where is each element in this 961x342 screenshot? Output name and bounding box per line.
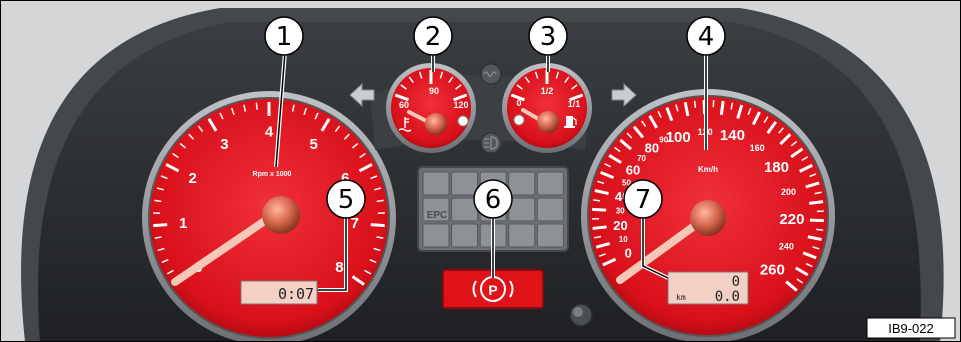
cluster-svg: 012345678 Rpm x 1000 0:07 01020304050607… (0, 0, 961, 342)
door-open-lamp (536, 171, 564, 196)
svg-text:2: 2 (425, 22, 442, 52)
airbag-lamp (422, 171, 450, 196)
speed-lcd-total: 0 (732, 274, 740, 290)
callout-5: 5 (326, 179, 366, 219)
temp-scale-120: 120 (453, 100, 468, 110)
tach-tick (153, 223, 168, 228)
wash-fluid-lamp (508, 223, 536, 248)
callout-4: 4 (686, 16, 726, 56)
svg-text:3: 3 (540, 22, 557, 52)
tach-tick (376, 199, 384, 203)
speed-tick (592, 207, 607, 212)
speed-scale-label: 180 (764, 159, 789, 176)
seatbelt-lamp (422, 223, 450, 248)
tyre-lamp (536, 197, 564, 222)
tach-scale-label: 8 (335, 259, 343, 276)
speed-tick (593, 199, 601, 202)
speed-tick (592, 225, 607, 230)
tach-scale-label: 4 (265, 124, 274, 141)
temp-warning-lamp (457, 115, 469, 127)
callout-3: 3 (528, 16, 568, 56)
tach-scale-label: 2 (189, 170, 197, 187)
tach-lcd-value: 0:07 (278, 285, 314, 303)
speed-scale-label: 30 (616, 206, 625, 215)
speed-scale-label: 140 (720, 127, 745, 144)
speed-tick (809, 218, 824, 223)
speed-scale-label: 260 (760, 261, 785, 278)
epc-lamp-label: EPC (427, 210, 448, 221)
svg-text:4: 4 (698, 22, 715, 52)
fuel-scale-empty: 0 (516, 98, 521, 108)
speed-scale-label: 220 (779, 211, 804, 228)
temp-gauge: 60 90 120 (386, 63, 476, 153)
speed-tick (816, 228, 824, 231)
fuel-gauge: 0 1/2 1/1 (502, 63, 592, 153)
speed-tick (719, 100, 725, 116)
callout-2: 2 (413, 16, 453, 56)
svg-text:6: 6 (485, 185, 502, 215)
speed-scale-label: 200 (781, 187, 796, 197)
speed-scale-label: 240 (779, 241, 794, 251)
tach-scale-label: 1 (179, 215, 187, 232)
instrument-cluster-figure: 012345678 Rpm x 1000 0:07 01020304050607… (0, 0, 961, 342)
speed-lcd-unit: km (676, 293, 686, 302)
engine-lamp (508, 197, 536, 222)
speed-lcd-trip: 0.0 (715, 289, 740, 305)
tach-scale-label: 3 (220, 136, 228, 153)
tach-tick (370, 223, 385, 228)
fuel-scale-half: 1/2 (541, 86, 554, 96)
figure-code-box: IB9-022 (866, 317, 956, 339)
svg-text:7: 7 (635, 185, 652, 215)
fuel-scale-full: 1/1 (568, 99, 581, 109)
glow-plug-lamp (451, 223, 479, 248)
speed-hub (690, 200, 726, 236)
speed-scale-label: 160 (750, 143, 765, 153)
speed-tick (809, 200, 824, 205)
svg-text:5: 5 (338, 185, 355, 215)
tach-scale-label: 5 (309, 136, 317, 153)
tachometer: 012345678 Rpm x 1000 0:07 (142, 91, 396, 342)
oil-pressure-lamp (508, 171, 536, 196)
temp-scale-90: 90 (429, 86, 439, 96)
headlight-icon (480, 132, 502, 154)
tach-tick (255, 102, 258, 110)
battery-lamp (451, 171, 479, 196)
callout-1: 1 (264, 16, 304, 56)
speed-unit-label: Km/h (698, 165, 718, 174)
low-beam-lamp (536, 223, 564, 248)
preglow-icon (480, 63, 502, 85)
tach-tick (154, 199, 162, 203)
speed-scale-label: 10 (619, 235, 628, 244)
callout-6: 6 (473, 179, 513, 219)
speed-tick (693, 100, 697, 108)
speed-scale-label: 80 (645, 141, 659, 156)
tach-hub (262, 196, 300, 234)
fuel-warning-lamp (513, 114, 525, 126)
temp-scale-60: 60 (399, 100, 409, 110)
tach-unit-label: Rpm x 1000 (253, 171, 292, 178)
speed-scale-label: 20 (613, 218, 627, 233)
figure-code: IB9-022 (888, 321, 934, 336)
speed-scale-label: 60 (626, 162, 640, 177)
speed-scale-label: 100 (666, 129, 691, 146)
speed-scale-label: 0 (625, 246, 632, 261)
callout-7: 7 (623, 179, 663, 219)
parking-brake-label: P (488, 282, 497, 298)
svg-text:1: 1 (276, 22, 293, 52)
